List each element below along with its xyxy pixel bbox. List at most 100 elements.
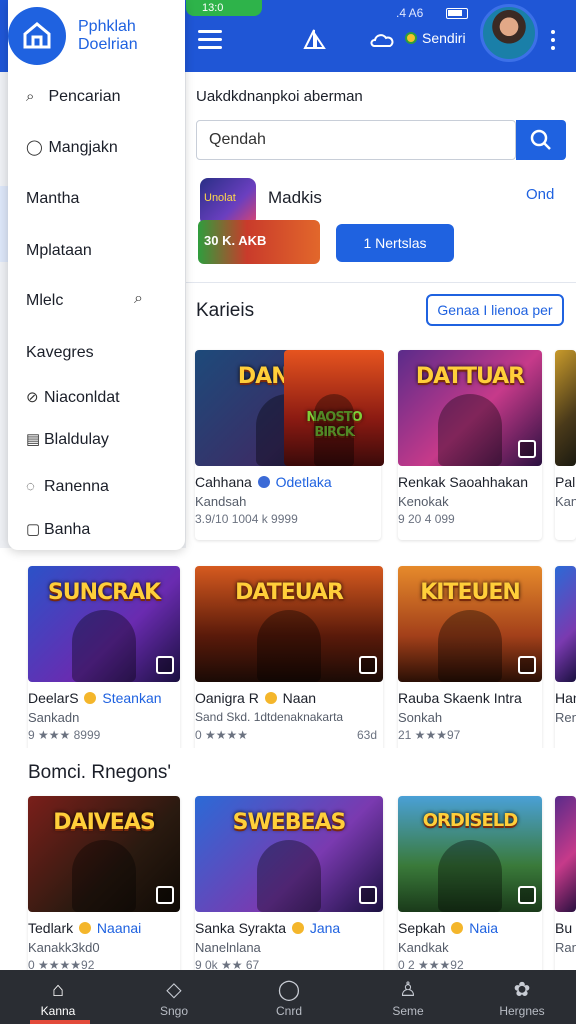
search-icon[interactable]: ⌕ [134,290,143,308]
avatar[interactable] [480,4,538,62]
game-card[interactable]: DATTUAR Renkak Saoahhakan Kenokak 9 20 4… [398,350,542,540]
game-title: Bu [555,920,573,936]
drawer-item-mantha[interactable]: Mantha [26,190,176,208]
drawer-item-pencarian[interactable]: ⌕ Pencarian [26,88,176,106]
sail-icon[interactable] [302,28,326,50]
search-icon [530,129,551,150]
brand-name: Pphklah Doelrian [78,18,138,53]
game-title: Sepkah Naia [398,920,499,936]
search-button[interactable] [516,120,566,160]
game-card[interactable]: SWEBEAS Sanka Syrakta Jana Nanelnlana 9 … [195,796,383,986]
game-subtitle: Sand Skd. 1dtdenaknakarta [195,710,344,724]
game-card[interactable]: DAIVEAS Tedlark Naanai Kanakk3kd0 0 ★★★★… [28,796,180,986]
game-card[interactable]: Han Ren [555,566,576,756]
game-thumbnail: NAOSTO BIRCK [284,350,384,466]
game-rating: 3.9/10 1004 k 9999 [195,512,298,526]
status-indicator: 13:0 [186,0,262,16]
game-thumbnail: DATTUAR [398,350,542,466]
badge-icon [359,886,377,904]
game-title: Rauba Skaenk Intra [398,690,522,706]
game-title: Sanka Syrakta Jana [195,920,341,936]
nav-settings[interactable]: ✿ Hergnes [482,976,562,1018]
coin-icon [405,32,417,44]
drawer-accent [0,186,8,262]
game-card[interactable]: DATEUAR Oanigra R Naan Sand Skd. 1dtdena… [195,566,383,756]
drawer-item-banha[interactable]: ▢ Banha [26,520,176,539]
section-title: Karieis [196,300,255,321]
game-rating: 21 ★★★97 [398,728,461,742]
drawer-item-ranenna[interactable]: ◌ Ranenna [26,478,176,496]
game-subtitle: Kanakk3kd0 [28,940,100,955]
active-tab-indicator [30,1020,90,1024]
game-card[interactable]: Pal Kan [555,350,576,540]
chat-icon: ◯ [277,979,301,1001]
game-subtitle: Ran [555,940,576,955]
game-title: Oanigra R Naan [195,690,317,706]
game-title: Renkak Saoahhakan [398,474,528,490]
section-title: Bomci. Rnegons' [28,762,172,783]
battery-icon [446,8,468,19]
badge-icon [359,656,377,674]
game-card[interactable]: KITEUEN Rauba Skaenk Intra Sonkah 21 ★★★… [398,566,542,756]
game-card[interactable]: SUNCRAK DeelarS Steankan Sankadn 9 ★★★ 8… [28,566,180,756]
headline: Uakdkdnanpkoi aberman [196,88,363,105]
drawer-item-mangjakn[interactable]: ◯ Mangjakn [26,138,176,157]
drawer-item-niaconldat[interactable]: ⊘ Niaconldat [26,388,176,407]
promo-app-icon[interactable]: Unolat [200,178,256,226]
menu-icon[interactable] [198,30,222,50]
search-input[interactable]: Qendah [196,120,516,160]
badge-icon [156,886,174,904]
cloud-icon[interactable] [370,28,394,50]
game-more: 63d [356,728,377,742]
badge-icon [518,886,536,904]
home-icon: ⌂ [51,979,65,1001]
nav-shop[interactable]: ◇ Sngo [134,976,214,1018]
settings-icon: ✿ [513,979,531,1001]
game-title: Tedlark Naanai [28,920,142,936]
nav-home[interactable]: ⌂ Kanna [18,976,98,1018]
navigation-drawer: Pphklah Doelrian ⌕ Pencarian ◯ Mangjakn … [8,0,185,550]
game-card[interactable]: ORDISELD Sepkah Naia Kandkak 0 2 ★★★92 [398,796,542,986]
game-thumbnail [555,566,576,682]
drawer-item-mplataan[interactable]: Mplataan [26,242,176,260]
game-thumbnail: SWEBEAS [195,796,383,912]
coin-label[interactable]: Sendiri [422,30,466,46]
game-thumbnail [555,350,576,466]
game-thumbnail: SUNCRAK [28,566,180,682]
divider [186,282,576,283]
game-title: DeelarS Steankan [28,690,162,706]
game-thumbnail: DATEUAR [195,566,383,682]
game-subtitle: Kandkak [398,940,449,955]
drawer-item-mlelc[interactable]: Mlelc [26,292,176,310]
badge-icon [518,656,536,674]
tag-icon: ⊘ [26,389,39,406]
promo-title: Madkis [268,188,322,207]
nav-chat[interactable]: ◯ Cnrd [249,976,329,1018]
shop-icon: ◇ [166,979,182,1001]
game-title: Han [555,690,576,706]
chat-icon: ◌ [26,478,35,495]
promo-button[interactable]: 1 Nertslas [336,224,454,262]
promo-banner[interactable]: 30 K. AKB [198,220,320,264]
game-rating: 9 ★★★ 8999 [28,728,101,742]
drawer-item-blaldulay[interactable]: ▤ Blaldulay [26,430,176,449]
search-icon: ⌕ [26,88,35,105]
game-card[interactable]: Bu Ran [555,796,576,986]
nav-user[interactable]: ♙ Seme [368,976,448,1018]
more-options-icon[interactable] [551,30,557,54]
badge-icon [518,440,536,458]
game-subtitle: Kenokak [398,494,449,509]
book-icon: ▢ [26,521,41,538]
game-rating: 9 20 4 099 [398,512,455,526]
bottom-navigation: ⌂ Kanna ◇ Sngo ◯ Cnrd ♙ Seme ✿ Hergnes [0,970,576,1024]
game-subtitle: Nanelnlana [195,940,261,955]
game-subtitle: Ren [555,710,576,725]
see-more-button[interactable]: Genaa I lienoa per [426,294,564,326]
drawer-item-kavegres[interactable]: Kavegres [26,344,176,362]
badge-icon [156,656,174,674]
game-thumbnail: ORDISELD [398,796,542,912]
game-card[interactable]: NAOSTO BIRCK [284,350,384,540]
game-subtitle: Sonkah [398,710,443,725]
promo-link[interactable]: Ond [526,186,554,203]
game-thumbnail: KITEUEN [398,566,542,682]
